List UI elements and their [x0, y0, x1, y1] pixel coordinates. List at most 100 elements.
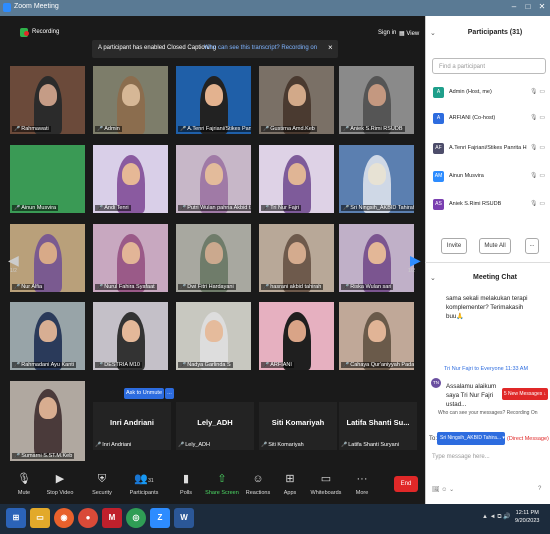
- participant-video-tile[interactable]: 🎤Aniek S.Rimi RSUDB: [339, 66, 414, 134]
- participant-video-tile[interactable]: 🎤Tri Nur Fajri: [259, 145, 334, 213]
- polls-button[interactable]: ▮ Polls: [168, 472, 204, 496]
- participants-collapse-icon[interactable]: ⌄: [430, 29, 436, 37]
- zoom-taskbar-icon[interactable]: Z: [150, 508, 170, 528]
- participant-video-tile[interactable]: 🎤Rahmadani Ayu Kanti: [10, 302, 85, 370]
- transcript-info-link[interactable]: Who can see this transcript? Recording o…: [204, 45, 317, 51]
- participant-video-tile[interactable]: 🎤Ainun Musvira: [10, 145, 85, 213]
- participant-video-tile[interactable]: 🎤Dwi Fitri Hardayani: [176, 224, 251, 292]
- close-window-button[interactable]: ✕: [536, 2, 548, 12]
- apps-icon: ⊞: [285, 473, 295, 485]
- participant-video-tile[interactable]: 🎤hasrani akbid tahirah: [259, 224, 334, 292]
- participant-name-label: 🎤Latifa Shanti Suryani: [341, 442, 399, 448]
- security-button[interactable]: ⛨ Security: [84, 472, 120, 496]
- minimize-button[interactable]: –: [508, 2, 520, 12]
- mic-camera-status-icon: 🎙 ▭: [530, 201, 545, 207]
- firefox-icon[interactable]: ◉: [54, 508, 74, 528]
- people-icon: 👥31: [134, 473, 154, 485]
- muted-mic-icon: 🎤: [261, 442, 268, 448]
- share-screen-button[interactable]: ⇧ Share Screen: [204, 472, 240, 496]
- more-button[interactable]: ··· More: [344, 472, 380, 496]
- participant-name-tile[interactable]: Lely_ADH 🎤Lely_ADH: [176, 402, 254, 450]
- participant-video-tile[interactable]: 🎤Nur Alfia: [10, 224, 85, 292]
- participant-list-item[interactable]: AF A.Tenri Fajriani/Stikes Panrita H... 🎙 …: [431, 140, 547, 158]
- participant-video-tile[interactable]: 🎤Sri Ningsih_AKBID Tahirah...: [339, 145, 414, 213]
- invite-button[interactable]: Invite: [441, 238, 467, 254]
- recording-indicator[interactable]: Recording: [32, 29, 59, 35]
- participant-video-tile[interactable]: 🎤Riska Wulan sari: [339, 224, 414, 292]
- end-meeting-button[interactable]: End: [394, 476, 418, 492]
- mute-button[interactable]: 🎙 Mute: [6, 472, 42, 496]
- participant-video-tile[interactable]: 🎤Andi Tenri: [93, 145, 168, 213]
- stop-video-button[interactable]: ▶ Stop Video: [42, 472, 78, 496]
- new-messages-button[interactable]: 5 New Messages ↓: [502, 388, 548, 400]
- captioning-banner: A participant has enabled Closed Caption…: [92, 40, 338, 58]
- participant-face: [205, 320, 223, 342]
- muted-mic-icon: 🎤: [97, 205, 104, 211]
- tile-options-icon[interactable]: …: [165, 388, 174, 399]
- participant-video-tile[interactable]: 🎤Sumarni S.ST.M.Keb: [10, 381, 85, 461]
- next-page-arrow-icon[interactable]: ▶: [410, 252, 421, 269]
- mute-all-button[interactable]: Mute All: [479, 238, 511, 254]
- start-button-icon[interactable]: ⊞: [6, 508, 26, 528]
- recording-dot-icon: [24, 31, 29, 36]
- reactions-label: Reactions: [245, 490, 271, 496]
- banner-close-button[interactable]: ×: [328, 43, 333, 52]
- find-participant-input[interactable]: Find a participant: [432, 58, 546, 74]
- participant-video-tile[interactable]: 🎤A.Tenri Fajriani/Stikes Panrita: [176, 66, 251, 134]
- maximize-button[interactable]: □: [522, 2, 534, 12]
- whiteboards-button[interactable]: ▭ Whiteboards: [308, 472, 344, 496]
- camera-icon: ▶: [55, 473, 65, 485]
- participant-face: [288, 242, 306, 264]
- chat-message: sama sekali melakukan terapi komplemente…: [446, 295, 528, 320]
- chat-attachment-icons[interactable]: 🖼 ☺ ⌄: [432, 486, 454, 493]
- help-icon[interactable]: ?: [538, 486, 541, 492]
- chrome-icon[interactable]: ●: [78, 508, 98, 528]
- participant-list-item[interactable]: AS Aniek S.Rimi RSUDB 🎙 ▭: [431, 196, 547, 214]
- sign-in-link[interactable]: Sign in: [378, 30, 396, 36]
- file-explorer-icon[interactable]: ▭: [30, 508, 50, 528]
- participants-label: Participants: [129, 490, 159, 496]
- muted-mic-icon: 🎤: [97, 284, 104, 290]
- reactions-button[interactable]: ☺ Reactions: [240, 472, 276, 496]
- participants-title: Participants (31): [467, 29, 523, 36]
- participants-button[interactable]: 👥31 Participants: [126, 472, 162, 496]
- ask-to-unmute-button[interactable]: Ask to Unmute: [124, 388, 164, 399]
- previous-page-arrow-icon[interactable]: ◀: [8, 252, 19, 269]
- participant-list-item[interactable]: AM Ainun Musvira 🎙 ▭: [431, 168, 547, 186]
- participants-more-button[interactable]: ...: [525, 238, 539, 254]
- participant-video-tile[interactable]: 🎤Rahmawati: [10, 66, 85, 134]
- chat-collapse-icon[interactable]: ⌄: [430, 274, 436, 282]
- participant-video-tile[interactable]: 🎤Admin: [93, 66, 168, 134]
- system-tray[interactable]: ▲ ◄ ⧉ 🔊: [482, 513, 511, 521]
- participant-list-item[interactable]: A ARFIANI (Co-host) 🎙 ▭: [431, 110, 547, 128]
- participant-video-tile[interactable]: 🎤Nurul Fahira Syafaat: [93, 224, 168, 292]
- apps-button[interactable]: ⊞ Apps: [272, 472, 308, 496]
- taskbar-clock[interactable]: 12:11 PM 9/20/2023: [515, 509, 539, 525]
- participant-face: [122, 84, 140, 106]
- who-can-see-messages-link[interactable]: Who can see your messages? Recording On: [438, 410, 538, 416]
- media-app-icon[interactable]: M: [102, 508, 122, 528]
- participant-video-tile[interactable]: 🎤DESTRIA M10: [93, 302, 168, 370]
- participant-video-tile[interactable]: 🎤Nadya Garlinda S: [176, 302, 251, 370]
- muted-mic-icon: 🎤: [263, 362, 270, 368]
- security-label: Security: [92, 490, 112, 496]
- participant-name-label: 🎤Nur Alfia: [12, 284, 45, 290]
- participant-name-tile[interactable]: Inri Andriani 🎤Inri Andriani: [93, 402, 171, 450]
- muted-mic-icon: 🎤: [343, 284, 350, 290]
- participant-video-tile[interactable]: 🎤Gustirna Amd.Keb: [259, 66, 334, 134]
- chrome-profile-icon[interactable]: ◎: [126, 508, 146, 528]
- participant-video-tile[interactable]: 🎤ARFIANI: [259, 302, 334, 370]
- muted-mic-icon: 🎤: [95, 442, 102, 448]
- muted-mic-icon: 🎤: [263, 205, 270, 211]
- participant-name-tile[interactable]: Latifa Shanti Su... 🎤Latifa Shanti Suryan…: [339, 402, 417, 450]
- muted-mic-icon: 🎤: [97, 362, 104, 368]
- participant-video-tile[interactable]: 🎤Putri Wulan pahria Akbid t...: [176, 145, 251, 213]
- word-icon[interactable]: W: [174, 508, 194, 528]
- participant-face: [368, 163, 386, 185]
- participant-name-tile[interactable]: Siti Komariyah 🎤Siti Komariyah: [259, 402, 337, 450]
- participant-list-item[interactable]: A Admin (Host, me) 🎙 ▭: [431, 84, 547, 102]
- chat-message-input[interactable]: Type message here...: [432, 454, 490, 460]
- participant-video-tile[interactable]: 🎤Cahaya Qur'aniyyah Padangi: [339, 302, 414, 370]
- recipient-select[interactable]: Sri Ningsih_AKBID Tahira... ▾: [437, 432, 505, 445]
- view-button[interactable]: ▦ View: [399, 30, 419, 37]
